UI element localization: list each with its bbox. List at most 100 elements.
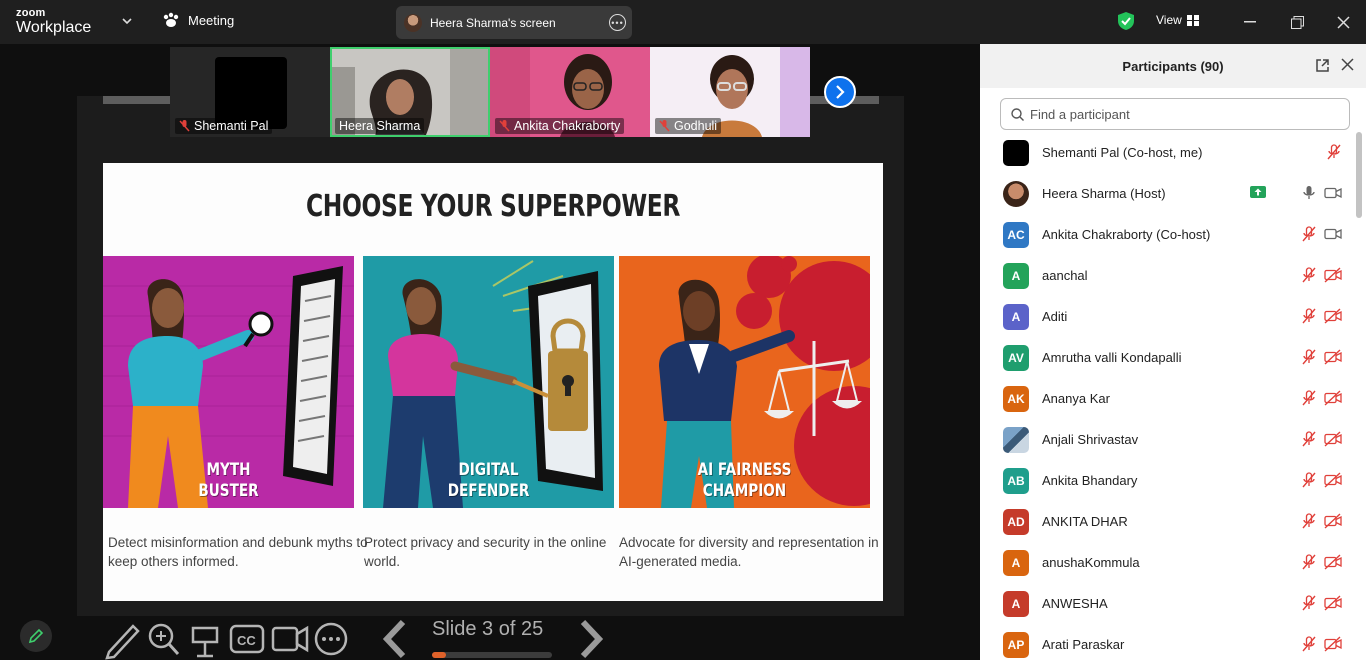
participant-name: Amrutha valli Kondapalli <box>1042 350 1182 365</box>
video-off-icon[interactable] <box>1324 595 1342 616</box>
video-thumb-ankita[interactable]: Ankita Chakraborty <box>490 47 650 137</box>
panel-description-myth-buster: Detect misinformation and debunk myths t… <box>108 535 368 569</box>
label-line-1: AI FAIRNESS <box>697 460 792 480</box>
video-off-icon[interactable] <box>1324 349 1342 370</box>
prev-arrow-icon[interactable] <box>382 619 406 659</box>
thumb-name: Heera Sharma <box>339 119 421 133</box>
participant-row[interactable]: AD ANKITA DHAR <box>980 501 1354 542</box>
mic-muted-icon[interactable] <box>1301 349 1317 370</box>
more-icon[interactable]: ••• <box>609 14 626 31</box>
participant-row[interactable]: AP Arati Paraskar <box>980 624 1354 660</box>
chevron-down-icon[interactable] <box>121 15 133 27</box>
participant-name: Shemanti Pal (Co-host, me) <box>1042 145 1203 160</box>
thumb-name-tag: Heera Sharma <box>335 118 425 134</box>
close-icon[interactable] <box>1341 58 1354 71</box>
video-off-icon[interactable] <box>1324 431 1342 452</box>
panel-description-digital-defender: Protect privacy and security in the onli… <box>364 535 607 569</box>
avatar <box>1003 426 1029 453</box>
video-off-icon[interactable] <box>1324 267 1342 288</box>
zoom-icon[interactable] <box>148 623 180 656</box>
video-thumb-heera[interactable]: Heera Sharma <box>330 47 490 137</box>
avatar: AK <box>1003 385 1029 412</box>
participant-name: aanchal <box>1042 268 1088 283</box>
mic-muted-icon[interactable] <box>1301 226 1317 247</box>
pointer-icon[interactable] <box>191 626 219 658</box>
participant-row[interactable]: AanushaKommula <box>980 542 1354 583</box>
shield-icon[interactable] <box>1117 11 1135 31</box>
video-icon[interactable] <box>1324 226 1342 247</box>
mic-muted-icon[interactable] <box>1301 267 1317 288</box>
view-button[interactable]: View <box>1156 13 1199 27</box>
avatar <box>1003 180 1029 207</box>
pen-icon[interactable] <box>105 624 140 660</box>
mic-muted-icon <box>659 120 670 132</box>
participant-row[interactable]: Aaanchal <box>980 255 1354 296</box>
participant-list: Shemanti Pal (Co-host, me) Heera Sharma (… <box>980 132 1354 660</box>
label-line-2: BUSTER <box>198 481 259 501</box>
next-thumbnails-button[interactable] <box>824 76 856 108</box>
cc-icon[interactable]: CC <box>229 624 265 654</box>
participant-row[interactable]: AV Amrutha valli Kondapalli <box>980 337 1354 378</box>
video-off-icon[interactable] <box>1324 513 1342 534</box>
participant-name: Aditi <box>1042 309 1068 324</box>
mic-muted-icon[interactable] <box>1301 390 1317 411</box>
meeting-label: Meeting <box>188 12 235 28</box>
shared-screen-pill[interactable]: Heera Sharma's screen ••• <box>396 6 632 39</box>
zoom-logo: zoom Workplace <box>16 8 91 36</box>
participant-row[interactable]: AC Ankita Chakraborty (Co-host) <box>980 214 1354 255</box>
video-thumb-shemanti[interactable]: Shemanti Pal <box>170 47 330 137</box>
participants-title: Participants (90) <box>1122 58 1224 74</box>
panel-label-ai-fairness: AI FAIRNESS CHAMPION <box>644 460 845 502</box>
video-off-icon[interactable] <box>1324 390 1342 411</box>
mic-muted-icon[interactable] <box>1326 144 1342 165</box>
minimize-icon[interactable] <box>1238 10 1262 34</box>
participant-row[interactable]: AB Ankita Bhandary <box>980 460 1354 501</box>
participant-row[interactable]: Anjali Shrivastav <box>980 419 1354 460</box>
mic-muted-icon[interactable] <box>1301 308 1317 329</box>
mic-muted-icon[interactable] <box>1301 472 1317 493</box>
label-line-2: CHAMPION <box>702 481 787 501</box>
participant-row[interactable]: Heera Sharma (Host) <box>980 173 1354 214</box>
slide-progress-bar <box>432 652 552 658</box>
video-off-icon[interactable] <box>1324 308 1342 329</box>
search-input[interactable] <box>1030 106 1330 122</box>
slide-counter: Slide 3 of 25 <box>432 618 544 640</box>
participant-row[interactable]: A Aditi <box>980 296 1354 337</box>
mic-muted-icon <box>499 120 510 132</box>
mic-icon[interactable] <box>1301 185 1317 206</box>
mic-muted-icon[interactable] <box>1301 513 1317 534</box>
thumb-name-tag: Shemanti Pal <box>175 118 273 134</box>
maximize-icon[interactable] <box>1285 10 1309 34</box>
video-off-icon[interactable] <box>1324 554 1342 575</box>
close-icon[interactable] <box>1331 10 1355 34</box>
participant-row[interactable]: A ANWESHA <box>980 583 1354 624</box>
label-line-1: DIGITAL <box>458 460 519 480</box>
mic-muted-icon[interactable] <box>1301 431 1317 452</box>
popout-icon[interactable] <box>1315 58 1330 73</box>
video-thumb-godhuli[interactable]: Godhuli <box>650 47 810 137</box>
participant-row[interactable]: Shemanti Pal (Co-host, me) <box>980 132 1354 173</box>
svg-text:CC: CC <box>237 633 256 648</box>
share-icon[interactable] <box>1250 185 1266 203</box>
ellipsis-icon[interactable] <box>314 622 348 656</box>
participant-row[interactable]: AK Ananya Kar <box>980 378 1354 419</box>
avatar: AD <box>1003 508 1029 535</box>
video-icon[interactable] <box>1324 185 1342 206</box>
avatar: AC <box>1003 221 1029 248</box>
mic-muted-icon[interactable] <box>1301 595 1317 616</box>
video-off-icon[interactable] <box>1324 472 1342 493</box>
participant-search[interactable] <box>1000 98 1350 130</box>
host-avatar <box>404 13 422 32</box>
video-icon[interactable] <box>271 625 309 653</box>
meeting-button[interactable]: Meeting <box>162 12 234 28</box>
mic-muted-icon[interactable] <box>1301 554 1317 575</box>
search-icon <box>1011 107 1024 121</box>
next-arrow-icon[interactable] <box>580 619 604 659</box>
slide: CHOOSE YOUR SUPERPOWER MYTH BUSTER DIGIT… <box>103 163 883 601</box>
annotate-button[interactable] <box>20 620 52 652</box>
participants-scrollbar[interactable] <box>1356 132 1362 218</box>
panel-digital-defender: DIGITAL DEFENDER <box>363 256 614 508</box>
mic-muted-icon[interactable] <box>1301 636 1317 657</box>
video-off-icon[interactable] <box>1324 636 1342 657</box>
title-bar: zoom Workplace Meeting Heera Sharma's sc… <box>0 0 1366 44</box>
